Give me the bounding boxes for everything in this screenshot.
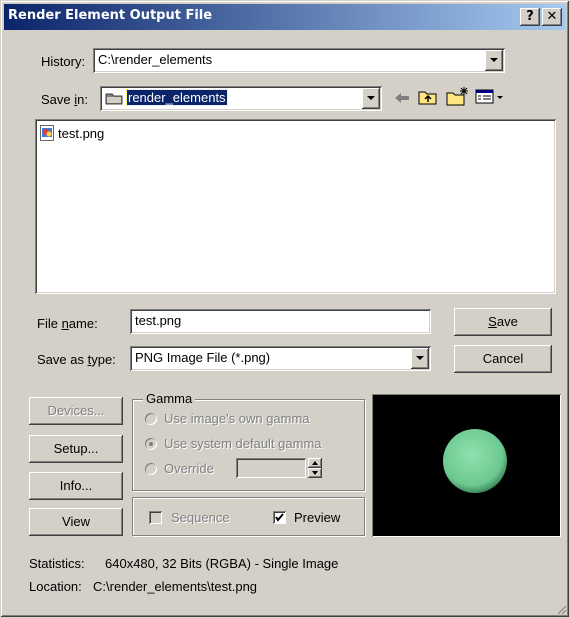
save-as-type-label: Save as type: [37,352,116,367]
window-title: Render Element Output File [8,8,213,23]
file-name-label: File name: [37,316,98,331]
cancel-button[interactable]: Cancel [454,345,552,373]
statistics-label: Statistics: [29,556,85,571]
save-button[interactable]: Save [454,308,552,336]
green-sphere-icon [443,429,507,493]
up-folder-icon[interactable] [417,87,439,110]
save-as-type-arrow-icon[interactable] [411,348,429,369]
folder-icon [105,92,123,108]
save-in-dropdown-arrow-icon[interactable] [362,88,380,109]
location-value: C:\render_elements\test.png [93,579,258,594]
history-label: History: [41,54,86,69]
system-gamma-radio[interactable] [145,438,157,450]
view-button[interactable]: View [29,508,123,536]
override-gamma-radio[interactable] [145,463,157,475]
save-in-value: render_elements [126,89,228,106]
system-gamma-label: Use system default gamma [164,436,322,451]
preview-label: Preview [294,510,341,525]
history-dropdown-arrow-icon[interactable] [485,50,503,71]
file-name: test.png [58,126,105,141]
png-file-icon [40,125,54,144]
own-gamma-radio[interactable] [145,413,157,425]
preview-checkbox[interactable] [273,511,286,524]
own-gamma-label: Use image's own gamma [164,411,310,426]
file-name-input[interactable]: test.png [130,309,431,334]
title-bar[interactable]: Render Element Output File ? ✕ [4,4,566,30]
gamma-group: Gamma Use image's own gamma Use system d… [132,391,365,491]
resize-grip-icon[interactable] [555,603,567,618]
checkmark-icon [275,513,284,522]
override-gamma-input[interactable] [236,458,306,478]
file-list[interactable]: test.png [35,119,556,294]
sequence-checkbox[interactable] [149,511,162,524]
setup-button[interactable]: Setup... [29,435,123,463]
info-button[interactable]: Info... [29,472,123,500]
view-menu-icon[interactable] [475,89,505,108]
preview-image [372,394,561,537]
history-dropdown[interactable]: C:\render_elements [93,48,505,73]
close-button[interactable]: ✕ [542,8,562,26]
render-element-output-dialog: Render Element Output File ? ✕ History: … [0,0,570,618]
save-as-type-value: PNG Image File (*.png) [135,350,271,365]
help-button[interactable]: ? [520,8,540,26]
spinner-up-icon[interactable] [308,458,322,468]
save-in-label: Save in: [41,92,88,107]
file-name-value: test.png [135,313,182,328]
sequence-label: Sequence [171,510,230,525]
gamma-group-title: Gamma [143,391,196,406]
devices-button[interactable]: Devices... [29,397,123,425]
spinner-down-icon[interactable] [308,468,322,478]
save-in-dropdown[interactable]: render_elements [100,86,382,111]
back-arrow-icon[interactable] [392,89,412,110]
statistics-value: 640x480, 32 Bits (RGBA) - Single Image [105,556,339,571]
new-folder-icon[interactable] [445,86,469,110]
location-label: Location: [29,579,82,594]
history-value: C:\render_elements [98,52,213,67]
override-gamma-label: Override [164,461,214,476]
options-group: Sequence Preview [132,497,365,536]
save-as-type-dropdown[interactable]: PNG Image File (*.png) [130,346,431,371]
